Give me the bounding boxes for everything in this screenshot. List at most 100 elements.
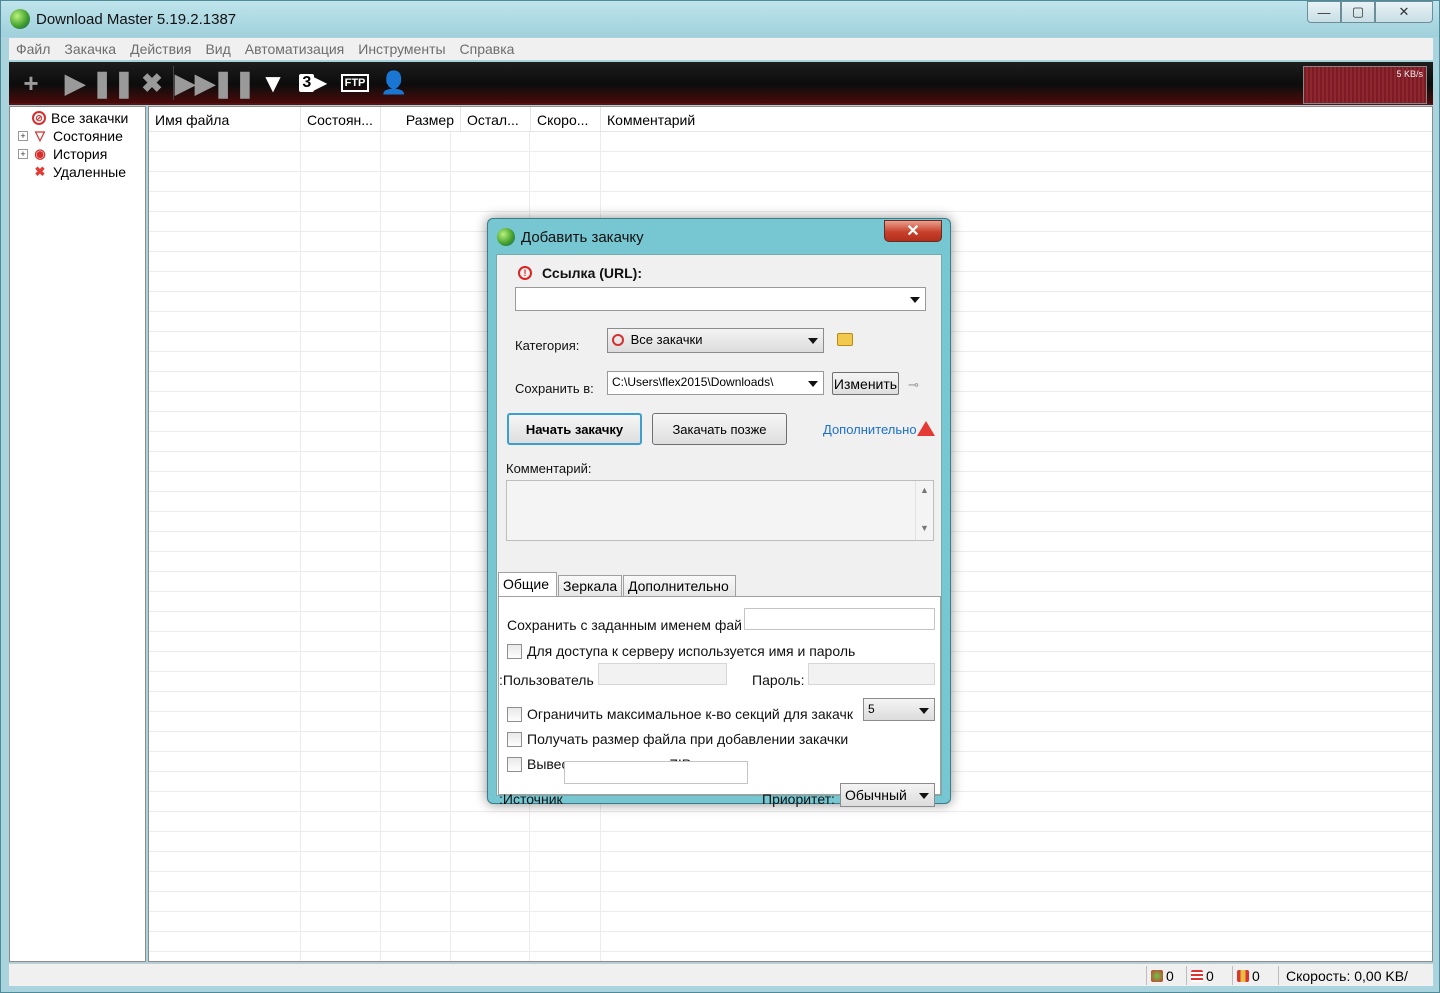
menu-download[interactable]: Закачка (64, 41, 116, 57)
category-select[interactable]: Все закачки (607, 328, 824, 353)
dialog-tabs: Общие Зеркала Дополнительно (497, 572, 941, 598)
comment-label: Комментарий: (506, 461, 592, 476)
chevron-down-icon[interactable] (910, 297, 920, 303)
status-queued: 0 (1186, 966, 1232, 985)
zip-checkbox[interactable] (507, 757, 522, 772)
all-downloads-icon: ⊘ (32, 111, 46, 125)
tab-general[interactable]: Общие (498, 572, 557, 598)
dialog-title: Добавить закачку (521, 229, 644, 246)
caption-buttons: — ▢ ✕ (1307, 1, 1433, 23)
menu-automation[interactable]: Автоматизация (245, 41, 344, 57)
chevron-down-icon[interactable] (808, 381, 818, 387)
expand-icon[interactable]: + (18, 131, 28, 141)
column-status[interactable]: Состоян... (301, 107, 381, 132)
menu-bar: Файл Закачка Действия Вид Автоматизация … (9, 38, 1433, 60)
save-to-value: C:\Users\flex2015\Downloads\ (612, 375, 774, 389)
scheduler-icon[interactable]: ▼ (257, 68, 289, 98)
save-as-input[interactable] (744, 608, 935, 630)
priority-label: Приоритет: (762, 791, 835, 807)
ftp-icon[interactable]: FTP (339, 68, 371, 98)
sections-select[interactable]: 5 (863, 698, 935, 721)
ftp-label: FTP (340, 74, 370, 92)
menu-help[interactable]: Справка (460, 41, 515, 57)
download-later-button[interactable]: Закачать позже (652, 413, 787, 445)
get-size-checkbox[interactable] (507, 732, 522, 747)
play-icon[interactable]: ▶ (59, 68, 91, 98)
advanced-link[interactable]: Дополнительно (823, 422, 917, 437)
status-active: 0 (1146, 966, 1186, 985)
maximize-button[interactable]: ▢ (1341, 1, 1375, 23)
auth-checkbox-label: Для доступа к серверу используется имя и… (527, 643, 856, 659)
source-input[interactable] (564, 761, 748, 784)
start-download-button[interactable]: Начать закачку (507, 413, 642, 445)
user-icon[interactable]: 👤 (378, 68, 410, 98)
history-icon: ◉ (34, 146, 46, 161)
turbo-icon[interactable]: 3 ▶ (297, 68, 329, 98)
status-active-count: 0 (1166, 967, 1174, 984)
deleted-icon: ✖ (34, 164, 46, 179)
status-bar: 0 0 0 Скорость: 0,00 KB/ (9, 963, 1433, 986)
comment-textarea[interactable]: ▲ ▼ (506, 480, 934, 541)
priority-value: Обычный (845, 787, 907, 803)
menu-actions[interactable]: Действия (130, 41, 191, 57)
category-label: Категория: (515, 338, 580, 353)
status-queued-count: 0 (1206, 967, 1214, 984)
category-tree: ⊘ Все закачки + ▽ Состояние + ◉ История … (9, 106, 146, 962)
toolbar-separator (173, 66, 174, 100)
menu-file[interactable]: Файл (16, 41, 50, 57)
limit-sections-checkbox[interactable] (507, 707, 522, 722)
tree-item-deleted[interactable]: ✖ Удаленные (18, 163, 126, 181)
priority-select[interactable]: Обычный (840, 783, 935, 807)
expand-icon[interactable]: + (18, 149, 28, 159)
sections-value: 5 (868, 702, 875, 716)
warning-triangle-icon (917, 421, 935, 436)
url-input[interactable] (515, 287, 926, 311)
scroll-up-icon[interactable]: ▲ (916, 485, 933, 495)
menu-view[interactable]: Вид (205, 41, 230, 57)
user-label: Пользователь: (499, 672, 594, 688)
column-comment[interactable]: Комментарий (601, 107, 1432, 132)
save-to-select[interactable]: C:\Users\flex2015\Downloads\ (607, 371, 824, 395)
scroll-down-icon[interactable]: ▼ (916, 523, 933, 533)
chevron-down-icon[interactable] (919, 708, 929, 714)
get-size-label: Получать размер файла при добавлении зак… (527, 731, 849, 747)
play-all-icon[interactable]: ▶▶ (175, 68, 215, 98)
pause-icon[interactable]: ❚❚ (91, 68, 135, 98)
comment-scrollbar[interactable]: ▲ ▼ (915, 481, 933, 540)
dialog-body: ! Ссылка (URL): Категория: Все закачки С… (496, 254, 942, 807)
status-speed: Скорость: 0,00 KB/ (1278, 966, 1433, 985)
tree-item-status[interactable]: + ▽ Состояние (18, 127, 123, 145)
tab-advanced[interactable]: Дополнительно (623, 575, 736, 597)
chevron-down-icon[interactable] (808, 338, 818, 344)
pause-all-icon[interactable]: ❚❚ (212, 68, 256, 98)
chevron-down-icon[interactable] (919, 793, 929, 799)
active-downloads-icon (1151, 969, 1163, 982)
add-icon[interactable]: + (15, 68, 47, 98)
stop-icon[interactable]: ✖ (136, 68, 168, 98)
password-input[interactable] (808, 663, 935, 685)
tree-item-label: Состояние (53, 128, 123, 144)
app-icon (10, 9, 30, 29)
tree-item-all[interactable]: ⊘ Все закачки (18, 109, 128, 127)
add-download-dialog: Добавить закачку ✕ ! Ссылка (URL): Катег… (487, 218, 951, 807)
menu-tools[interactable]: Инструменты (358, 41, 445, 57)
tab-mirrors[interactable]: Зеркала (558, 575, 622, 597)
status-done: 0 (1232, 966, 1278, 985)
warning-icon: ! (518, 266, 532, 280)
tree-item-history[interactable]: + ◉ История (18, 145, 107, 163)
column-size[interactable]: Размер (381, 107, 461, 132)
column-speed[interactable]: Скоро... (531, 107, 601, 132)
tree-item-label: Все закачки (51, 110, 129, 126)
auth-checkbox[interactable] (507, 644, 522, 659)
user-input[interactable] (598, 663, 727, 685)
dialog-close-button[interactable]: ✕ (884, 220, 942, 242)
minimize-button[interactable]: — (1307, 1, 1341, 23)
window-title: Download Master 5.19.2.1387 (36, 11, 237, 28)
close-button[interactable]: ✕ (1375, 1, 1433, 23)
column-filename[interactable]: Имя файла (149, 107, 301, 132)
folder-icon[interactable] (837, 333, 853, 346)
change-folder-button[interactable]: Изменить (832, 372, 899, 395)
tree-item-label: Удаленные (53, 164, 127, 180)
column-remaining[interactable]: Остал... (461, 107, 531, 132)
pin-icon[interactable]: ⊸ (908, 377, 919, 393)
